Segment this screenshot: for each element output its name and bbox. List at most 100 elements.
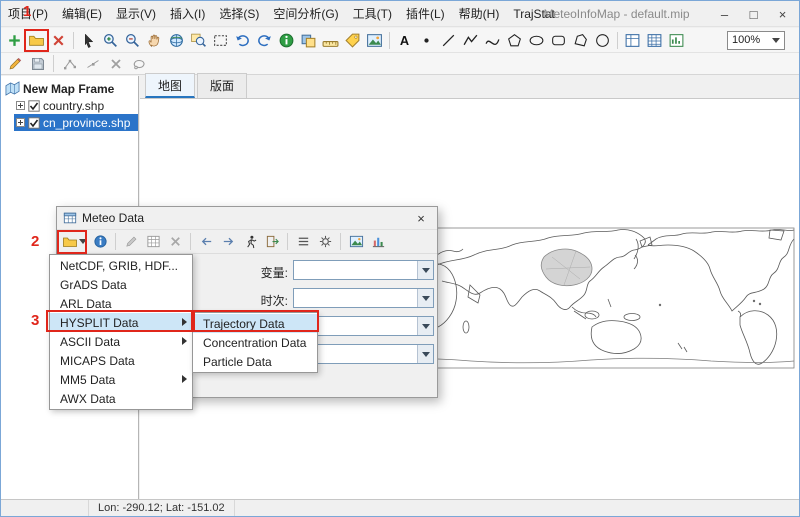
submenu-item-trajectory[interactable]: Trajectory Data (193, 314, 317, 333)
polygon-tool-button[interactable] (504, 30, 525, 51)
zoom-previous-button[interactable] (232, 30, 253, 51)
edit-data-button[interactable] (121, 232, 141, 252)
polyline-tool-button[interactable] (460, 30, 481, 51)
menu-item-grads[interactable]: GrADS Data (50, 275, 192, 294)
expand-icon[interactable] (16, 101, 25, 110)
add-vertex-button[interactable] (82, 53, 103, 74)
zoom-level-combo[interactable]: 100% (727, 31, 785, 50)
next-time-button[interactable] (218, 232, 238, 252)
measure-button[interactable] (320, 30, 341, 51)
map-frame-node[interactable]: New Map Frame (1, 80, 138, 97)
new-project-button[interactable] (4, 30, 25, 51)
annotation-step2: 2 (31, 233, 39, 250)
submenu-item-particle[interactable]: Particle Data (193, 352, 317, 371)
line-tool-button[interactable] (438, 30, 459, 51)
delete-feature-button[interactable] (105, 53, 126, 74)
draw-chart-button[interactable] (368, 232, 388, 252)
layer-node-country[interactable]: country.shp (14, 97, 138, 114)
start-edit-button[interactable] (4, 53, 25, 74)
data-info-button[interactable] (90, 232, 110, 252)
checkbox-checked-icon[interactable] (28, 100, 40, 112)
edit-vertices-button[interactable] (59, 53, 80, 74)
label-button[interactable] (342, 30, 363, 51)
edit-toolbar (1, 53, 799, 75)
menu-selection[interactable]: 选择(S) (212, 0, 266, 27)
layer-node-cn-province[interactable]: cn_province.shp (14, 114, 138, 131)
zoom-in-button[interactable] (100, 30, 121, 51)
menu-item-netcdf[interactable]: NetCDF, GRIB, HDF... (50, 256, 192, 275)
dialog-title-bar[interactable]: Meteo Data × (57, 207, 437, 230)
menu-item-micaps[interactable]: MICAPS Data (50, 351, 192, 370)
draw-image-button[interactable] (346, 232, 366, 252)
full-extent-button[interactable] (166, 30, 187, 51)
ellipse-tool-button[interactable] (526, 30, 547, 51)
menu-item-hysplit[interactable]: HYSPLIT Data (50, 313, 192, 332)
menu-item-label: ASCII Data (60, 335, 120, 349)
settings-button[interactable] (315, 232, 335, 252)
menu-tools[interactable]: 工具(T) (346, 0, 399, 27)
zoom-out-button[interactable] (122, 30, 143, 51)
dialog-close-button[interactable]: × (411, 211, 431, 226)
identify-button[interactable] (276, 30, 297, 51)
menu-item-label: MICAPS Data (60, 354, 135, 368)
curve-tool-button[interactable] (482, 30, 503, 51)
pencil-icon (7, 56, 23, 72)
maximize-button[interactable]: □ (739, 1, 768, 27)
combo-arrow[interactable] (417, 289, 433, 307)
dimension-list-button[interactable] (293, 232, 313, 252)
zoom-to-layer-button[interactable] (188, 30, 209, 51)
point-tool-button[interactable] (416, 30, 437, 51)
menu-view[interactable]: 显示(V) (109, 0, 163, 27)
select-features-button[interactable] (298, 30, 319, 51)
select-element-button[interactable] (78, 30, 99, 51)
menu-edit[interactable]: 编辑(E) (55, 0, 109, 27)
remove-data-button[interactable] (165, 232, 185, 252)
menu-item-mm5[interactable]: MM5 Data (50, 370, 192, 389)
tab-layout[interactable]: 版面 (197, 73, 247, 98)
minimize-button[interactable]: – (710, 1, 739, 27)
exit-drawing-button[interactable] (262, 232, 282, 252)
menu-item-arl[interactable]: ARL Data (50, 294, 192, 313)
close-project-button[interactable] (48, 30, 69, 51)
insert-chart-button[interactable] (666, 30, 687, 51)
zoom-next-button[interactable] (254, 30, 275, 51)
previous-time-button[interactable] (196, 232, 216, 252)
reshape-feature-button[interactable] (128, 53, 149, 74)
window-title: MeteoInfoMap - default.mip (499, 7, 734, 21)
open-file-button[interactable] (26, 30, 47, 51)
animate-button[interactable] (240, 232, 260, 252)
insert-legend-button[interactable] (622, 30, 643, 51)
arrow-right-icon (221, 234, 236, 249)
text-tool-button[interactable]: A (394, 30, 415, 51)
checkbox-checked-icon[interactable] (28, 117, 40, 129)
pan-button[interactable] (144, 30, 165, 51)
open-data-button[interactable] (60, 232, 88, 252)
menu-spatial-analysis[interactable]: 空间分析(G) (266, 0, 345, 27)
expand-icon[interactable] (16, 118, 25, 127)
ruler-icon (322, 32, 339, 49)
menu-item-ascii[interactable]: ASCII Data (50, 332, 192, 351)
rounded-rect-tool-button[interactable] (548, 30, 569, 51)
toolbar-separator (287, 233, 288, 250)
circle-tool-button[interactable] (592, 30, 613, 51)
menu-item-awx[interactable]: AWX Data (50, 389, 192, 408)
zoom-window-button[interactable] (210, 30, 231, 51)
close-button[interactable]: × (768, 1, 797, 27)
tab-map[interactable]: 地图 (145, 73, 195, 98)
menu-plugins[interactable]: 插件(L) (399, 0, 452, 27)
save-edit-button[interactable] (27, 53, 48, 74)
arrow-left-icon (199, 234, 214, 249)
add-image-button[interactable] (364, 30, 385, 51)
variable-combo[interactable] (293, 260, 434, 280)
submenu-item-concentration[interactable]: Concentration Data (193, 333, 317, 352)
bar-chart-icon (371, 234, 386, 249)
data-table-button[interactable] (143, 232, 163, 252)
combo-arrow[interactable] (417, 317, 433, 335)
freehand-polygon-button[interactable] (570, 30, 591, 51)
time-combo[interactable] (293, 288, 434, 308)
combo-arrow[interactable] (417, 345, 433, 363)
insert-table-button[interactable] (644, 30, 665, 51)
toolbar-separator (53, 55, 54, 72)
combo-arrow[interactable] (417, 261, 433, 279)
menu-insert[interactable]: 插入(I) (163, 0, 212, 27)
